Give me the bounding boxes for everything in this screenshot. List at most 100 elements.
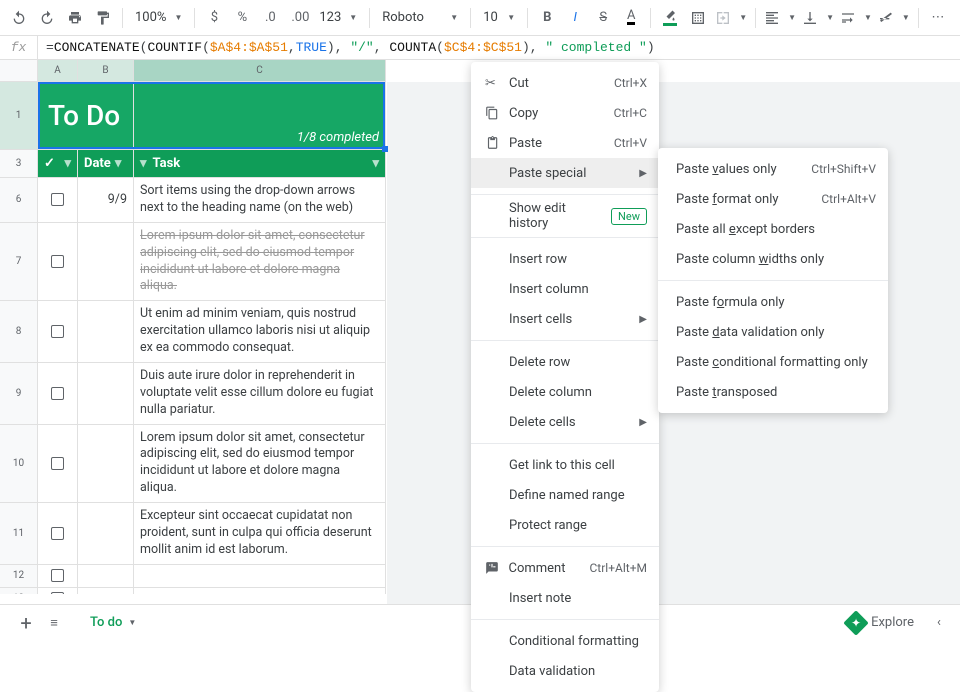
row-header[interactable]: 10	[0, 425, 38, 504]
col-header-a[interactable]: A	[38, 60, 78, 82]
ctx-insert-note[interactable]: Insert note	[471, 583, 659, 613]
wrap-select[interactable]: ▼	[838, 5, 874, 31]
row-header[interactable]: 9	[0, 363, 38, 425]
checkbox-icon[interactable]	[51, 193, 64, 206]
checkbox-cell[interactable]	[38, 223, 78, 302]
task-cell[interactable]: Sort items using the drop-down arrows ne…	[134, 178, 386, 223]
task-cell[interactable]: Lorem ipsum dolor sit amet, consectetur …	[134, 425, 386, 504]
undo-button[interactable]	[6, 5, 32, 31]
ctx-copy[interactable]: CopyCtrl+C	[471, 98, 659, 128]
task-cell[interactable]: Lorem ipsum dolor sit amet, consectetur …	[134, 223, 386, 302]
ctx-insert-column[interactable]: Insert column	[471, 274, 659, 304]
ctx-paste[interactable]: PasteCtrl+V	[471, 128, 659, 158]
row-header[interactable]: 12	[0, 565, 38, 588]
sub-paste-format[interactable]: Paste format onlyCtrl+Alt+V	[658, 184, 888, 214]
selection-handle[interactable]	[382, 146, 388, 152]
fontsize-select[interactable]: 10▼	[477, 5, 521, 31]
row-header[interactable]: 8	[0, 301, 38, 363]
date-cell[interactable]	[78, 588, 134, 594]
sub-paste-formula[interactable]: Paste formula only	[658, 287, 888, 317]
ctx-insert-row[interactable]: Insert row	[471, 244, 659, 274]
date-cell[interactable]	[78, 301, 134, 363]
ctx-edit-history[interactable]: Show edit historyNew	[471, 201, 659, 231]
formula-input[interactable]: =CONCATENATE(COUNTIF($A$4:$A$51,TRUE), "…	[38, 40, 655, 55]
redo-button[interactable]	[34, 5, 60, 31]
header-task[interactable]: ▾Task▾	[134, 150, 386, 178]
row-header[interactable]: 6	[0, 178, 38, 223]
row-header[interactable]: 13	[0, 588, 38, 594]
checkbox-icon[interactable]	[51, 457, 64, 470]
add-sheet-button[interactable]: +	[12, 611, 40, 635]
header-date[interactable]: Date▾	[78, 150, 134, 178]
explore-button[interactable]: ✦Explore	[847, 614, 914, 632]
zoom-select[interactable]: 100%▼	[129, 5, 188, 31]
checkbox-cell[interactable]	[38, 425, 78, 504]
checkbox-cell[interactable]	[38, 363, 78, 425]
ctx-delete-column[interactable]: Delete column	[471, 377, 659, 407]
font-select[interactable]: Roboto▼	[376, 5, 464, 31]
checkbox-cell[interactable]	[38, 588, 78, 594]
checkbox-icon[interactable]	[51, 255, 64, 268]
sheet-tab-todo[interactable]: To do▼	[76, 607, 150, 638]
date-cell[interactable]	[78, 565, 134, 588]
format-percent-button[interactable]: %	[229, 5, 255, 31]
task-cell[interactable]	[134, 565, 386, 588]
task-cell[interactable]	[134, 588, 386, 594]
date-cell[interactable]	[78, 223, 134, 302]
halign-select[interactable]: ▼	[762, 5, 798, 31]
checkbox-cell[interactable]	[38, 178, 78, 223]
filter-icon[interactable]: ▾	[64, 156, 71, 171]
strikethrough-button[interactable]: S	[590, 5, 616, 31]
sub-paste-widths[interactable]: Paste column widths only	[658, 244, 888, 274]
date-cell[interactable]	[78, 503, 134, 565]
number-format-select[interactable]: 123▼	[317, 5, 363, 31]
rotate-select[interactable]: ▼	[876, 5, 912, 31]
row-header-1[interactable]: 1	[0, 82, 38, 150]
ctx-comment[interactable]: CommentCtrl+Alt+M	[471, 553, 659, 583]
title-cell[interactable]: To Do	[38, 82, 134, 150]
ctx-cut[interactable]: ✂CutCtrl+X	[471, 68, 659, 98]
ctx-paste-special[interactable]: Paste special▶	[471, 158, 659, 188]
borders-button[interactable]	[685, 5, 711, 31]
sub-paste-borders[interactable]: Paste all except borders	[658, 214, 888, 244]
date-cell[interactable]: 9/9	[78, 178, 134, 223]
ctx-named-range[interactable]: Define named range	[471, 480, 659, 510]
task-cell[interactable]: Ut enim ad minim veniam, quis nostrud ex…	[134, 301, 386, 363]
ctx-insert-cells[interactable]: Insert cells▶	[471, 304, 659, 334]
merge-select[interactable]: ▼	[713, 5, 749, 31]
valign-select[interactable]: ▼	[800, 5, 836, 31]
checkbox-icon[interactable]	[51, 387, 64, 400]
sub-paste-transposed[interactable]: Paste transposed	[658, 377, 888, 407]
decrease-decimal-button[interactable]: .0	[257, 5, 283, 31]
row-header[interactable]: 11	[0, 503, 38, 565]
filter-icon[interactable]: ▾	[140, 155, 147, 173]
checkbox-cell[interactable]	[38, 565, 78, 588]
sub-paste-conditional-formatting[interactable]: Paste conditional formatting only	[658, 347, 888, 377]
format-currency-button[interactable]: $	[201, 5, 227, 31]
italic-button[interactable]: I	[562, 5, 588, 31]
checkbox-icon[interactable]	[51, 569, 64, 582]
more-button[interactable]: ⋯	[925, 5, 951, 31]
checkbox-cell[interactable]	[38, 301, 78, 363]
col-header-c[interactable]: C	[134, 60, 386, 82]
ctx-delete-row[interactable]: Delete row	[471, 347, 659, 377]
row-header-3[interactable]: 3	[0, 150, 38, 178]
increase-decimal-button[interactable]: .00	[285, 5, 315, 31]
ctx-protect-range[interactable]: Protect range	[471, 510, 659, 540]
filter-icon[interactable]: ▾	[115, 156, 122, 171]
ctx-conditional-formatting[interactable]: Conditional formatting	[471, 626, 659, 656]
select-all-corner[interactable]	[0, 60, 38, 82]
date-cell[interactable]	[78, 363, 134, 425]
checkbox-icon[interactable]	[51, 325, 64, 338]
row-header[interactable]: 7	[0, 223, 38, 302]
checkbox-cell[interactable]	[38, 503, 78, 565]
ctx-data-validation[interactable]: Data validation	[471, 656, 659, 686]
side-panel-toggle[interactable]: ‹	[930, 615, 948, 630]
print-button[interactable]	[62, 5, 88, 31]
sub-paste-data-validation[interactable]: Paste data validation only	[658, 317, 888, 347]
bold-button[interactable]: B	[534, 5, 560, 31]
date-cell[interactable]	[78, 425, 134, 504]
ctx-delete-cells[interactable]: Delete cells▶	[471, 407, 659, 437]
task-cell[interactable]: Excepteur sint occaecat cupidatat non pr…	[134, 503, 386, 565]
col-header-b[interactable]: B	[78, 60, 134, 82]
